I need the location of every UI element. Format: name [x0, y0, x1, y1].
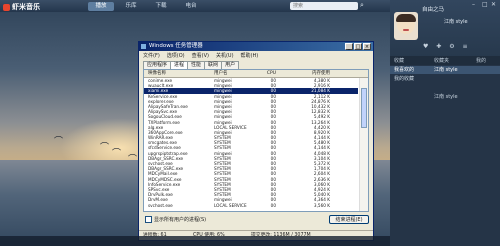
search-input[interactable]: 搜索 [290, 2, 358, 10]
tab-users[interactable]: 用户 [221, 61, 240, 69]
menu-view[interactable]: 查看(V) [192, 53, 209, 59]
list-item[interactable] [390, 84, 500, 92]
cell-memory: 3,560 K [313, 202, 330, 208]
dialog-tabs: 应用程序 进程 性能 联网 用户 [143, 61, 240, 70]
side-tab-mine[interactable]: 我的 [476, 57, 486, 64]
show-all-processes[interactable]: 显示所有用户的进程(S) [145, 216, 206, 224]
minimize-icon[interactable]: – [472, 1, 475, 8]
menu-shutdown[interactable]: 关机(U) [216, 53, 234, 59]
column-memory[interactable]: 内存使用 [290, 70, 330, 77]
tab-play[interactable]: 播放 [88, 2, 114, 11]
checkbox-icon[interactable] [145, 216, 152, 223]
username: 自由之马 [422, 7, 445, 13]
tab-radio[interactable]: 电台 [178, 2, 204, 11]
user-status: 江南 style [444, 19, 468, 25]
menu-options[interactable]: 选项(O) [167, 53, 185, 59]
minimize-button[interactable]: _ [345, 43, 353, 50]
scroll-thumb[interactable] [361, 88, 367, 128]
vertical-scrollbar[interactable] [359, 78, 368, 211]
bird-icon: ⌒ [112, 149, 122, 159]
bird-icon: ⌒ [128, 155, 138, 165]
column-headers: 映像名称 用户名 CPU 内存使用 [144, 70, 368, 78]
window-icon [141, 44, 146, 49]
maximize-icon[interactable]: □ [482, 1, 488, 8]
app-logo: 虾米音乐 [3, 2, 40, 12]
bird-icon: ⌒ [54, 137, 64, 147]
end-process-button[interactable]: 结束进程(E) [329, 215, 369, 224]
side-tabs: 收藏 收藏夹 我的 [390, 56, 500, 65]
tab-performance[interactable]: 性能 [187, 61, 206, 69]
search-icon[interactable]: ⌕ [360, 1, 364, 10]
menu-bar: 文件(F) 选项(O) 查看(V) 关机(U) 帮助(H) [139, 52, 373, 60]
close-button[interactable]: × [363, 43, 371, 50]
tab-applications[interactable]: 应用程序 [143, 61, 172, 69]
tab-download[interactable]: 下载 [148, 2, 174, 11]
menu-help[interactable]: 帮助(H) [241, 53, 259, 59]
side-tab-fav[interactable]: 收藏 [394, 57, 404, 64]
maximize-button[interactable]: □ [354, 43, 362, 50]
menu-file[interactable]: 文件(F) [143, 53, 160, 59]
window-title-bar[interactable]: Windows 任务管理器 _ □ × [139, 42, 373, 51]
profile-actions[interactable]: ♥ ✚ ⚙ ≡ [423, 43, 471, 50]
process-rows: conime.exe mingwei 00 4,380 Kwuauclt.exe min… [144, 78, 358, 208]
window-title: Windows 任务管理器 [149, 43, 203, 49]
cell-user: LOCAL SERVICE [214, 202, 247, 208]
player-bar [0, 236, 390, 246]
column-user[interactable]: 用户名 [214, 70, 228, 77]
list-item[interactable] [390, 102, 500, 110]
close-icon[interactable]: ✕ [491, 1, 496, 8]
cell-cpu: 00 [270, 202, 276, 208]
cell-image-name: svchost.exe [148, 202, 173, 208]
table-row[interactable]: svchost.exe LOCAL SERVICE 00 3,560 K [144, 203, 358, 208]
column-image-name[interactable]: 映像名称 [148, 70, 166, 77]
side-panel: 自由之马 – □ ✕ 江南 style ♥ ✚ ⚙ ≡ 收藏 收藏夹 我的 我喜… [390, 0, 500, 246]
profile-header: 自由之马 – □ ✕ 江南 style ♥ ✚ ⚙ ≡ [390, 0, 500, 56]
tab-networking[interactable]: 联网 [204, 61, 223, 69]
column-cpu[interactable]: CPU [262, 70, 276, 77]
tab-library[interactable]: 乐库 [118, 2, 144, 11]
avatar[interactable] [394, 12, 418, 40]
task-manager-window: Windows 任务管理器 _ □ × 文件(F) 选项(O) 查看(V) 关机(U) 帮助… [138, 41, 374, 241]
list-item[interactable]: 我喜欢的 江南 style [390, 66, 500, 74]
top-bar: 虾米音乐 播放 乐库 下载 电台 搜索 ⌕ [0, 0, 390, 12]
list-item[interactable]: 我的收藏 [390, 75, 500, 83]
bird-icon: ⌒ [100, 143, 110, 153]
list-item[interactable]: 江南 style [390, 93, 500, 101]
side-tab-folder[interactable]: 收藏夹 [434, 57, 449, 64]
process-list[interactable]: 映像名称 用户名 CPU 内存使用 conime.exe mingwei 00 4,3… [143, 69, 369, 212]
